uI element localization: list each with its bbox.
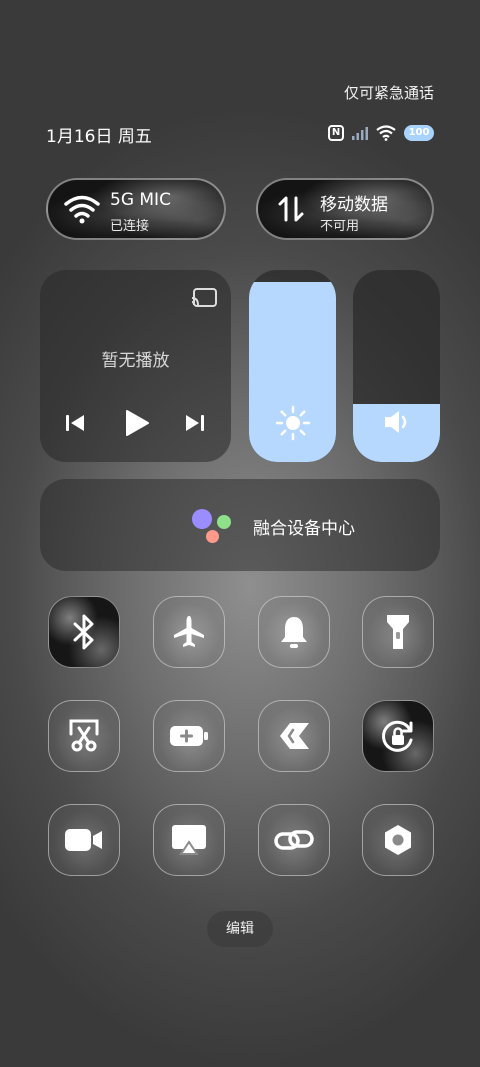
video-camera-icon [65, 829, 102, 851]
emergency-call-text: 仅可紧急通话 [343, 84, 434, 102]
rotation-lock-toggle[interactable] [362, 700, 434, 772]
airplane-icon [174, 616, 204, 647]
play-icon[interactable] [124, 410, 150, 436]
battery-saver-icon [170, 726, 208, 746]
fusion-device-center[interactable]: 融合设备中心 [40, 479, 440, 571]
screen-cast-icon [172, 825, 206, 855]
mobile-data-icon [278, 196, 304, 222]
brightness-icon [275, 405, 310, 441]
screen-recorder-toggle[interactable] [48, 804, 120, 876]
mobile-data-toggle[interactable]: 移动数据 不可用 [256, 178, 434, 240]
edit-button[interactable]: 编辑 [207, 911, 273, 947]
battery-saver-toggle[interactable] [153, 700, 225, 772]
bluetooth-toggle[interactable] [48, 596, 120, 668]
nfc-icon: N [328, 125, 344, 141]
bluetooth-icon [73, 614, 94, 650]
wifi-toggle[interactable]: 5G MIC 已连接 [46, 178, 226, 240]
wifi-status-icon [376, 125, 396, 141]
link-icon [274, 830, 314, 850]
fusion-icon [192, 509, 234, 543]
wifi-icon [64, 195, 100, 224]
screenshot-toggle[interactable] [48, 700, 120, 772]
media-player-card[interactable]: 暂无播放 [40, 270, 231, 462]
bell-icon [281, 617, 307, 648]
wifi-state: 已连接 [110, 219, 150, 234]
rotation-lock-icon [382, 720, 413, 752]
link-toggle[interactable] [258, 804, 330, 876]
brightness-slider[interactable] [249, 270, 336, 462]
cast-icon[interactable] [191, 288, 217, 308]
signal-icon [352, 127, 368, 140]
airplane-mode-toggle[interactable] [153, 596, 225, 668]
wifi-ssid: 5G MIC [110, 190, 171, 210]
mobile-data-title: 移动数据 [320, 195, 388, 215]
settings-toggle[interactable] [362, 804, 434, 876]
settings-hexagon-icon [385, 825, 411, 855]
flashlight-toggle[interactable] [362, 596, 434, 668]
mute-toggle[interactable] [258, 596, 330, 668]
previous-icon[interactable] [64, 410, 86, 436]
date-text: 1月16日 周五 [46, 127, 152, 147]
volume-icon [384, 411, 406, 433]
battery-indicator: 100 [404, 125, 434, 141]
flashlight-icon [387, 615, 409, 649]
no-playback-text: 暂无播放 [101, 351, 170, 371]
screenshot-icon [69, 719, 99, 752]
volume-slider[interactable] [353, 270, 440, 462]
nearby-share-toggle[interactable] [258, 700, 330, 772]
fusion-label: 融合设备中心 [253, 519, 355, 539]
mobile-data-state: 不可用 [320, 219, 360, 234]
nearby-share-icon [280, 723, 309, 749]
screen-cast-toggle[interactable] [153, 804, 225, 876]
status-icons: N 100 [328, 122, 434, 144]
next-icon[interactable] [184, 410, 206, 436]
